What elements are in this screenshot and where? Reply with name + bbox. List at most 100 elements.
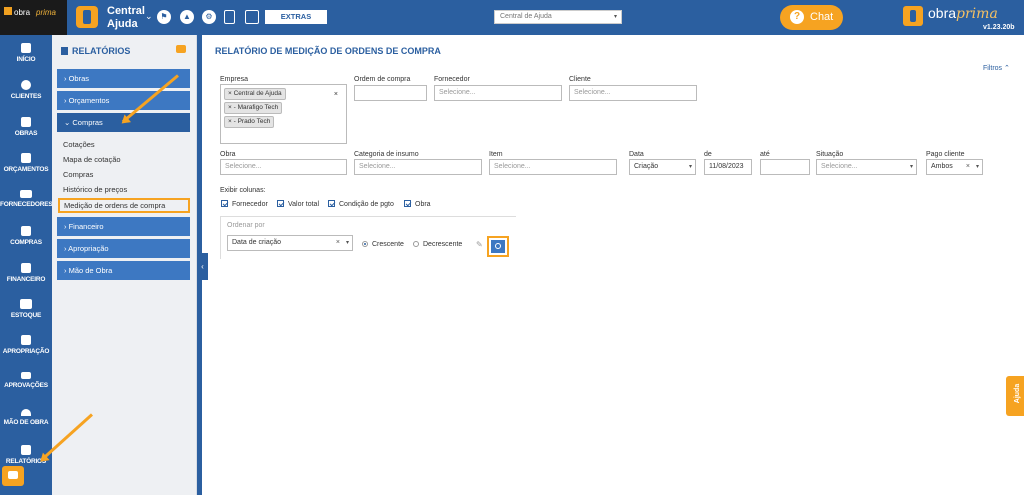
cart-icon <box>21 226 31 236</box>
checkbox-checked-icon <box>404 200 411 207</box>
extras-button[interactable]: EXTRAS <box>265 10 327 24</box>
ordenar-select[interactable]: Data de criação × ▾ <box>227 235 353 251</box>
link-cotacoes[interactable]: Cotações <box>63 140 95 149</box>
empresa-tag[interactable]: × - Prado Tech <box>224 116 275 128</box>
group-orcamentos[interactable]: › Orçamentos <box>57 91 190 110</box>
fornecedor-label: Fornecedor <box>434 76 470 83</box>
top-bar: obra prima Central Ajuda ⌄ ⚑ ▲ ⚙ EXTRAS … <box>0 0 1024 35</box>
nav-fornecedores[interactable]: FORNECEDORES <box>0 190 53 208</box>
nav-label: FINANCEIRO <box>6 276 46 283</box>
company-name-line2: Ajuda <box>107 18 138 30</box>
group-financeiro[interactable]: › Financeiro <box>57 217 190 236</box>
group-apropriacao[interactable]: › Apropriação <box>57 239 190 258</box>
date-to-input[interactable] <box>760 159 810 175</box>
empresa-multiselect[interactable]: × Central de Ajuda × - Marafigo Tech × -… <box>220 84 347 144</box>
nav-aprovacoes[interactable]: APROVAÇÕES <box>0 372 52 389</box>
submenu-title-text: RELATÓRIOS <box>72 46 131 56</box>
nav-label: INÍCIO <box>16 56 36 63</box>
support-chat-icon[interactable] <box>2 466 24 486</box>
clear-icon[interactable]: × <box>966 160 970 174</box>
select-caret-icon: ▾ <box>909 164 913 170</box>
item-select[interactable]: Selecione... <box>489 159 617 175</box>
nav-obras[interactable]: OBRAS <box>0 117 52 137</box>
file-icon <box>21 335 31 345</box>
help-tab-label: Ajuda <box>1014 383 1022 404</box>
eraser-icon[interactable]: ✎ <box>476 240 483 249</box>
categoria-select[interactable]: Selecione... <box>354 159 482 175</box>
nav-clientes[interactable]: CLIENTES <box>0 80 52 100</box>
categoria-label: Categoria de insumo <box>354 151 419 158</box>
collapse-chevron-icon[interactable]: ‹ <box>197 253 208 280</box>
nav-label: OBRAS <box>14 130 38 137</box>
link-historico-precos[interactable]: Histórico de preços <box>63 185 127 194</box>
data-label: Data <box>629 151 644 158</box>
checkbox-label: Obra <box>415 201 431 208</box>
date-from-input[interactable]: 11/08/2023 <box>704 159 752 175</box>
ordem-label: Ordem de compra <box>354 76 411 83</box>
col-obra-checkbox[interactable]: Obra <box>404 200 431 208</box>
truck-icon <box>20 190 32 198</box>
company-select[interactable]: Central de Ajuda ▾ <box>494 10 622 24</box>
company-switcher[interactable]: Central Ajuda <box>107 5 145 31</box>
nav-label: APROPRIAÇÃO <box>2 348 50 355</box>
document-icon <box>21 153 31 163</box>
empresa-tag[interactable]: × Central de Ajuda <box>224 88 286 100</box>
chevron-down-icon[interactable]: ⌄ <box>145 11 153 22</box>
user-icon <box>21 80 31 90</box>
chat-button[interactable]: ? Chat <box>780 5 843 30</box>
data-type-select[interactable]: Criação ▾ <box>629 159 696 175</box>
de-label: de <box>704 151 712 158</box>
logo-text-obra: obra <box>14 8 31 17</box>
nav-apropriacao[interactable]: APROPRIAÇÃO <box>0 335 52 355</box>
mobile-icon[interactable] <box>224 10 235 24</box>
search-icon <box>491 240 505 253</box>
help-side-tab[interactable]: Ajuda <box>1006 376 1024 416</box>
graduation-cap-icon[interactable]: ▲ <box>180 10 194 24</box>
pago-label: Pago cliente <box>926 151 965 158</box>
ordenar-value: Data de criação <box>232 239 282 246</box>
decrescente-radio[interactable]: Decrescente <box>413 241 462 248</box>
ate-label: até <box>760 151 770 158</box>
link-compras[interactable]: Compras <box>63 170 93 179</box>
exibir-colunas-label: Exibir colunas: <box>220 187 266 194</box>
clear-icon[interactable]: × <box>336 236 340 250</box>
flag-icon[interactable]: ⚑ <box>157 10 171 24</box>
col-condicao-checkbox[interactable]: Condição de pgto <box>328 200 394 208</box>
nav-mao-de-obra[interactable]: MÃO DE OBRA <box>0 409 52 426</box>
item-label: Item <box>489 151 503 158</box>
clear-icon[interactable]: × <box>334 91 338 98</box>
gear-icon[interactable]: ⚙ <box>202 10 216 24</box>
link-mapa-cotacao[interactable]: Mapa de cotação <box>63 155 121 164</box>
cliente-select[interactable]: Selecione... <box>569 85 697 101</box>
radio-empty-icon <box>413 241 419 247</box>
graduation-cap-icon[interactable] <box>176 45 186 53</box>
situacao-select[interactable]: Selecione... ▾ <box>816 159 917 175</box>
nav-financeiro[interactable]: FINANCEIRO <box>0 263 52 283</box>
nav-orcamentos[interactable]: ORÇAMENTOS <box>0 153 52 173</box>
fornecedor-select[interactable]: Selecione... <box>434 85 562 101</box>
search-button[interactable] <box>487 236 509 257</box>
nav-inicio[interactable]: INÍCIO <box>0 43 52 63</box>
nav-label: ORÇAMENTOS <box>3 166 49 173</box>
nav-label: COMPRAS <box>10 239 42 246</box>
boxes-icon <box>20 299 32 309</box>
nav-label: CLIENTES <box>10 93 42 100</box>
col-fornecedor-checkbox[interactable]: Fornecedor <box>221 200 268 208</box>
nav-estoque[interactable]: ESTOQUE <box>0 299 52 319</box>
monitor-icon[interactable] <box>245 10 259 24</box>
filters-toggle[interactable]: Filtros ⌃ <box>983 64 1010 72</box>
select-caret-icon: ▾ <box>613 14 617 20</box>
logo-text-prima: prima <box>36 8 57 17</box>
ordem-input[interactable] <box>354 85 427 101</box>
nav-compras[interactable]: COMPRAS <box>0 226 52 246</box>
brand-obra: obra <box>928 5 957 21</box>
crescente-radio[interactable]: Crescente <box>362 241 404 248</box>
pago-cliente-select[interactable]: Ambos × ▾ <box>926 159 983 175</box>
obra-label: Obra <box>220 151 236 158</box>
col-valor-checkbox[interactable]: Valor total <box>277 200 319 208</box>
link-medicao-ordens[interactable]: Medição de ordens de compra <box>58 198 190 213</box>
obra-select[interactable]: Selecione... <box>220 159 347 175</box>
group-mao-de-obra[interactable]: › Mão de Obra <box>57 261 190 280</box>
empresa-tag[interactable]: × - Marafigo Tech <box>224 102 283 114</box>
select-caret-icon: ▾ <box>345 240 349 246</box>
